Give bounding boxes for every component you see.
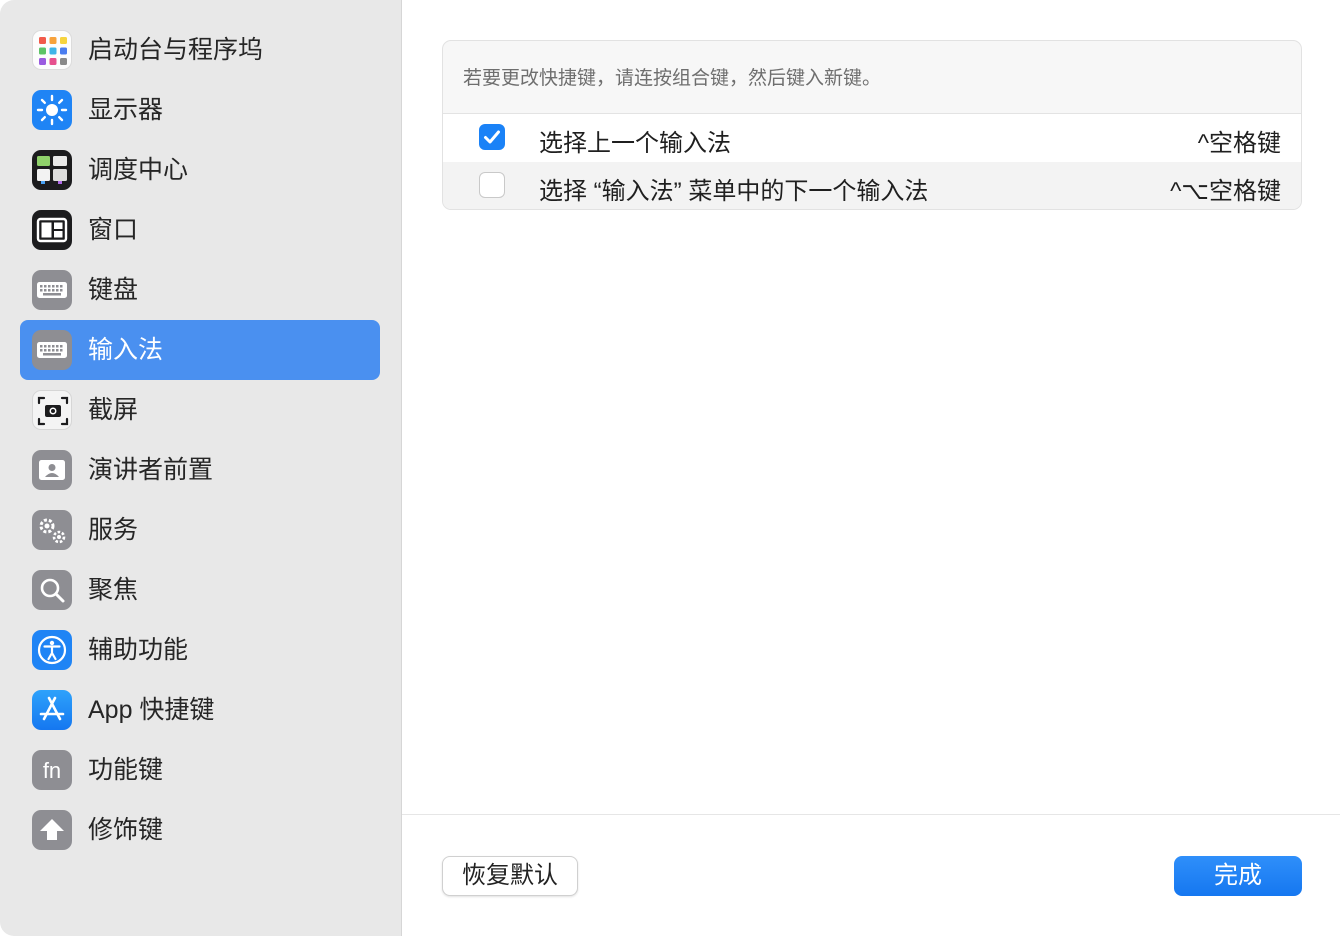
mission-control-icon: [32, 150, 72, 190]
sidebar-item-modifier-keys[interactable]: 修饰键: [20, 800, 380, 860]
sidebar: 启动台与程序坞 显示器 调度中心 窗口 键盘 输入法 截屏 演讲者前置 服务 聚…: [0, 0, 402, 936]
sidebar-item-keyboard[interactable]: 键盘: [20, 260, 380, 320]
done-button[interactable]: 完成: [1174, 856, 1302, 896]
sidebar-item-accessibility[interactable]: 辅助功能: [20, 620, 380, 680]
sidebar-item-launchpad-dock[interactable]: 启动台与程序坞: [20, 20, 380, 80]
sidebar-item-label: 显示器: [88, 96, 164, 124]
accessibility-icon: [32, 630, 72, 670]
launchpad-icon: [32, 30, 72, 70]
sidebar-item-mission-control[interactable]: 调度中心: [20, 140, 380, 200]
sidebar-item-app-shortcuts[interactable]: App 快捷键: [20, 680, 380, 740]
sidebar-item-label: 服务: [88, 516, 139, 544]
fn-key-icon: fn: [32, 750, 72, 790]
sidebar-item-input-sources[interactable]: 输入法: [20, 320, 380, 380]
svg-text:fn: fn: [43, 758, 61, 783]
sidebar-item-label: 演讲者前置: [88, 456, 214, 484]
shortcuts-panel: 若要更改快捷键，请连按组合键，然后键入新键。 选择上一个输入法 ^空格键 选择 …: [442, 40, 1302, 210]
gears-icon: [32, 510, 72, 550]
sidebar-item-displays[interactable]: 显示器: [20, 80, 380, 140]
sidebar-item-label: 启动台与程序坞: [88, 36, 264, 64]
sidebar-item-services[interactable]: 服务: [20, 500, 380, 560]
app-store-icon: [32, 690, 72, 730]
up-arrow-key-icon: [32, 810, 72, 850]
restore-defaults-button[interactable]: 恢复默认: [442, 856, 578, 896]
shortcut-key-combo[interactable]: ^空格键: [1198, 123, 1281, 158]
sidebar-item-label: 辅助功能: [88, 636, 189, 664]
sidebar-item-label: 修饰键: [88, 816, 164, 844]
sidebar-item-label: 调度中心: [88, 156, 189, 184]
keyboard-icon: [32, 330, 72, 370]
shortcut-checkbox-checked[interactable]: [479, 124, 505, 150]
sidebar-item-spotlight[interactable]: 聚焦: [20, 560, 380, 620]
magnifier-icon: [32, 570, 72, 610]
sidebar-item-label: 功能键: [88, 756, 164, 784]
shortcut-row-select-next[interactable]: 选择 “输入法” 菜单中的下一个输入法 ^⌥空格键: [443, 162, 1301, 209]
main-content: 若要更改快捷键，请连按组合键，然后键入新键。 选择上一个输入法 ^空格键 选择 …: [402, 0, 1340, 936]
screenshot-icon: [32, 390, 72, 430]
shortcut-label: 选择上一个输入法: [539, 130, 731, 157]
presenter-overlay-icon: [32, 450, 72, 490]
sidebar-item-windows[interactable]: 窗口: [20, 200, 380, 260]
sidebar-item-label: 截屏: [88, 396, 139, 424]
shortcut-hint-text: 若要更改快捷键，请连按组合键，然后键入新键。: [463, 68, 882, 89]
window-icon: [32, 210, 72, 250]
display-brightness-icon: [32, 90, 72, 130]
sidebar-item-label: App 快捷键: [88, 696, 215, 724]
checkmark-icon: [484, 130, 500, 144]
sidebar-item-label: 窗口: [88, 216, 139, 244]
sidebar-item-screenshots[interactable]: 截屏: [20, 380, 380, 440]
sidebar-item-presenter-overlay[interactable]: 演讲者前置: [20, 440, 380, 500]
keyboard-icon: [32, 270, 72, 310]
shortcut-key-combo[interactable]: ^⌥空格键: [1170, 171, 1281, 206]
footer-divider: [402, 814, 1340, 815]
sidebar-item-label: 输入法: [88, 336, 164, 364]
sidebar-item-label: 键盘: [88, 276, 139, 304]
shortcut-checkbox-unchecked[interactable]: [479, 172, 505, 198]
shortcut-row-select-previous[interactable]: 选择上一个输入法 ^空格键: [443, 114, 1301, 162]
sidebar-item-function-keys[interactable]: fn 功能键: [20, 740, 380, 800]
keyboard-shortcuts-sheet: 启动台与程序坞 显示器 调度中心 窗口 键盘 输入法 截屏 演讲者前置 服务 聚…: [0, 0, 1340, 936]
shortcut-label: 选择 “输入法” 菜单中的下一个输入法: [539, 178, 929, 205]
sidebar-item-label: 聚焦: [88, 576, 139, 604]
